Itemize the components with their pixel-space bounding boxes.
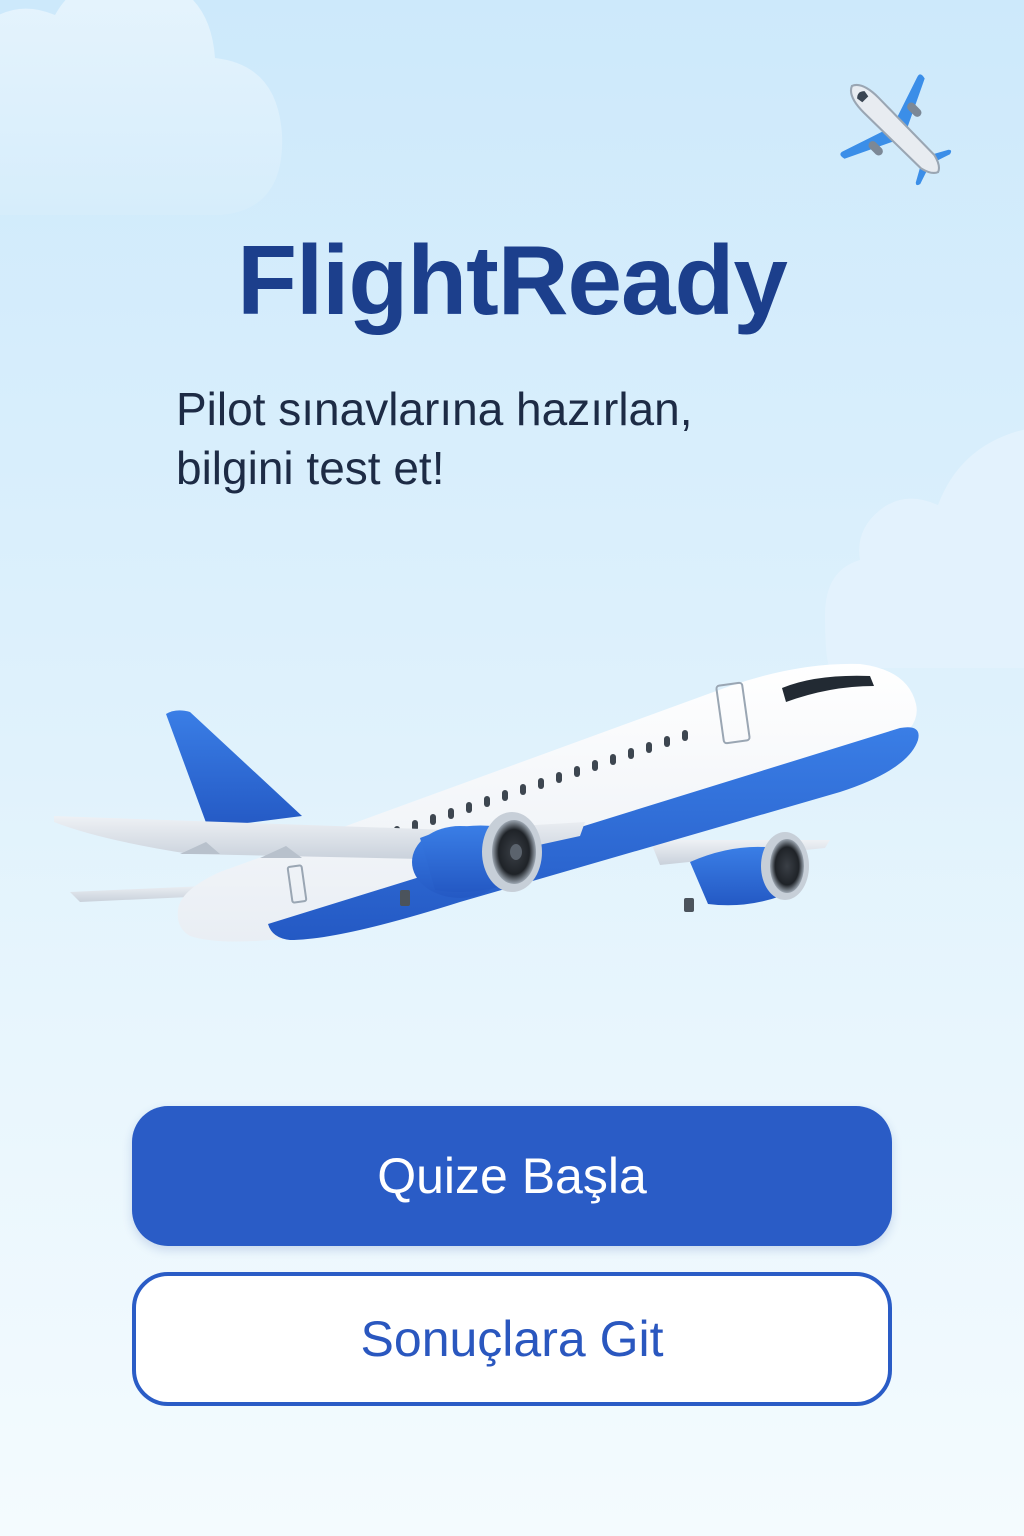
app-title: FlightReady (237, 225, 788, 335)
app-subtitle: Pilot sınavlarına hazırlan, bilgini test… (176, 380, 896, 498)
start-quiz-button[interactable]: Quize Başla (132, 1106, 892, 1246)
cloud-decoration (0, 0, 283, 215)
go-to-results-button[interactable]: Sonuçlara Git (132, 1272, 892, 1406)
home-screen: FlightReady Pilot sınavlarına hazırlan, … (0, 0, 1024, 1536)
subtitle-line: Pilot sınavlarına hazırlan, (176, 383, 693, 435)
airplane-illustration (54, 663, 919, 942)
airplane-icon (840, 74, 952, 186)
subtitle-line: bilgini test et! (176, 441, 445, 494)
